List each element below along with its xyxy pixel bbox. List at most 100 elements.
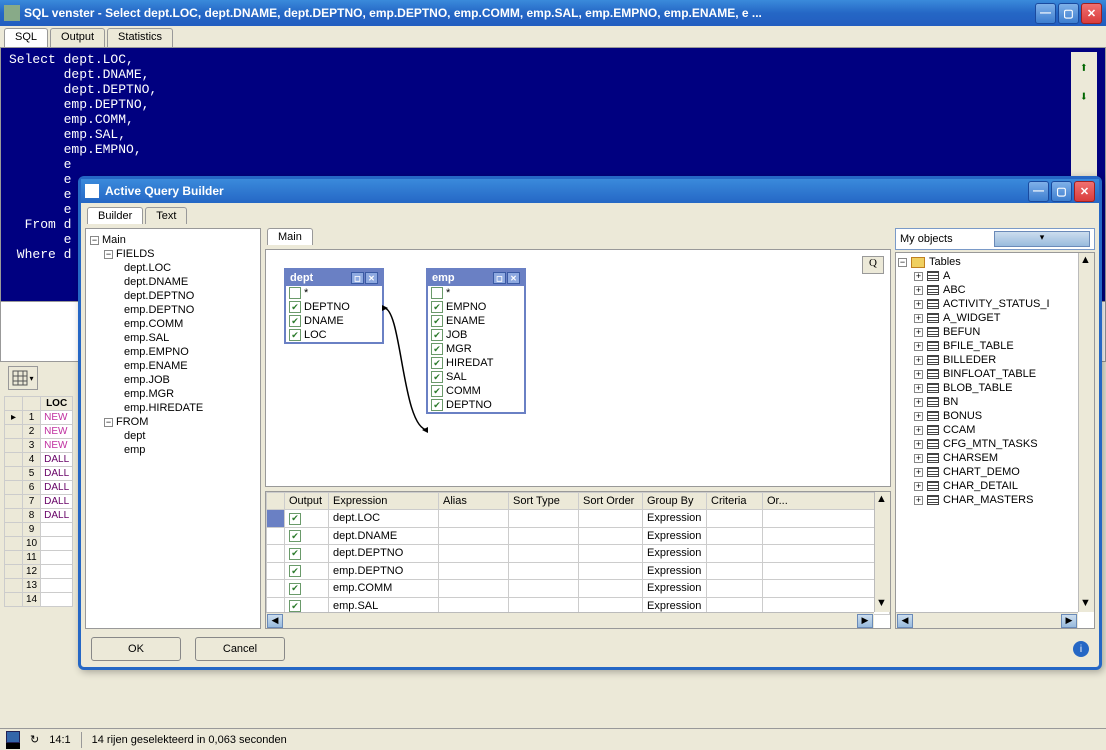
minimize-button[interactable]: — (1035, 3, 1056, 24)
scroll-up-icon[interactable]: ⬆ (1080, 60, 1088, 77)
dept-col-label[interactable]: LOC (304, 329, 327, 341)
expr-sorttype[interactable] (509, 527, 579, 545)
emp-col-checkbox[interactable]: ✔ (431, 329, 443, 341)
object-table-item[interactable]: +A_WIDGET (898, 311, 1092, 325)
object-table-item[interactable]: +BEFUN (898, 325, 1092, 339)
expr-criteria[interactable] (707, 545, 763, 563)
tree-root[interactable]: −Main (90, 233, 256, 247)
emp-col-label[interactable]: JOB (446, 329, 467, 341)
expr-row-selector[interactable] (267, 562, 285, 580)
emp-col-label[interactable]: SAL (446, 371, 467, 383)
expr-or[interactable] (763, 510, 890, 528)
row-selector[interactable] (5, 537, 23, 551)
object-table-item[interactable]: +CHARSEM (898, 451, 1092, 465)
expr-groupby[interactable]: Expression (643, 562, 707, 580)
modal-titlebar[interactable]: Active Query Builder — ▢ ✕ (81, 179, 1099, 203)
expr-row-selector[interactable] (267, 580, 285, 598)
dept-close-icon[interactable]: ✕ (365, 272, 378, 284)
expr-output-checkbox[interactable]: ✔ (285, 527, 329, 545)
expr-sortorder[interactable] (579, 545, 643, 563)
emp-col-label[interactable]: HIREDAT (446, 357, 493, 369)
object-table-item[interactable]: +CHAR_MASTERS (898, 493, 1092, 507)
dept-col-checkbox[interactable]: ✔ (289, 315, 301, 327)
expr-or[interactable] (763, 545, 890, 563)
cell-loc[interactable]: NEW (41, 439, 73, 453)
query-canvas[interactable]: Q dept ◻ ✕ * ✔DEPTNO✔DNAME✔LOC emp ◻ (265, 249, 891, 487)
expr-criteria[interactable] (707, 510, 763, 528)
emp-col-label[interactable]: EMPNO (446, 301, 486, 313)
object-table-item[interactable]: +CFG_MTN_TASKS (898, 437, 1092, 451)
emp-col-checkbox[interactable]: ✔ (431, 399, 443, 411)
expr-expression[interactable]: dept.DEPTNO (329, 545, 439, 563)
cancel-button[interactable]: Cancel (195, 637, 285, 661)
dept-col-checkbox[interactable]: ✔ (289, 329, 301, 341)
emp-restore-icon[interactable]: ◻ (493, 272, 506, 284)
cell-loc[interactable] (41, 579, 73, 593)
emp-col-checkbox[interactable]: ✔ (431, 343, 443, 355)
expr-output-checkbox[interactable]: ✔ (285, 545, 329, 563)
objects-hscroll[interactable]: ◀▶ (896, 612, 1078, 628)
expr-groupby[interactable]: Expression (643, 580, 707, 598)
cell-loc[interactable]: DALL (41, 467, 73, 481)
row-selector[interactable] (5, 439, 23, 453)
tree-fields-group[interactable]: −FIELDS (90, 247, 256, 261)
expr-row-selector[interactable] (267, 527, 285, 545)
modal-close-button[interactable]: ✕ (1074, 181, 1095, 202)
col-criteria[interactable]: Criteria (707, 493, 763, 510)
expr-alias[interactable] (439, 510, 509, 528)
objects-tree[interactable]: − Tables +A+ABC+ACTIVITY_STATUS_I+A_WIDG… (895, 252, 1095, 629)
col-expression[interactable]: Expression (329, 493, 439, 510)
row-selector[interactable] (5, 593, 23, 607)
expr-alias[interactable] (439, 545, 509, 563)
tree-field-item[interactable]: dept.DEPTNO (90, 289, 256, 303)
row-selector[interactable] (5, 495, 23, 509)
expr-or[interactable] (763, 562, 890, 580)
row-selector[interactable] (5, 509, 23, 523)
expr-criteria[interactable] (707, 580, 763, 598)
expr-expression[interactable]: dept.DNAME (329, 527, 439, 545)
objects-combo[interactable]: My objects ▾ (895, 228, 1095, 250)
tree-field-item[interactable]: emp.COMM (90, 317, 256, 331)
expr-sortorder[interactable] (579, 562, 643, 580)
cell-loc[interactable]: DALL (41, 481, 73, 495)
cell-loc[interactable]: NEW (41, 411, 73, 425)
canvas-table-emp[interactable]: emp ◻ ✕ * ✔EMPNO✔ENAME✔JOB✔MGR✔HIREDAT✔S… (426, 268, 526, 414)
row-selector[interactable] (5, 467, 23, 481)
expr-expression[interactable]: emp.COMM (329, 580, 439, 598)
row-selector[interactable] (5, 523, 23, 537)
expr-alias[interactable] (439, 562, 509, 580)
cell-loc[interactable]: DALL (41, 495, 73, 509)
emp-col-checkbox[interactable]: ✔ (431, 315, 443, 327)
expr-sorttype[interactable] (509, 580, 579, 598)
cell-loc[interactable]: DALL (41, 509, 73, 523)
col-sortorder[interactable]: Sort Order (579, 493, 643, 510)
close-button[interactable]: ✕ (1081, 3, 1102, 24)
dept-star-checkbox[interactable] (289, 287, 301, 299)
canvas-tab-main[interactable]: Main (267, 228, 313, 245)
scroll-down-icon[interactable]: ⬇ (1080, 89, 1088, 106)
tree-field-item[interactable]: emp.JOB (90, 373, 256, 387)
expr-groupby[interactable]: Expression (643, 510, 707, 528)
refresh-icon[interactable]: ↻ (30, 733, 39, 746)
row-selector[interactable] (5, 579, 23, 593)
expr-sortorder[interactable] (579, 580, 643, 598)
tree-field-item[interactable]: emp.HIREDATE (90, 401, 256, 415)
row-selector[interactable] (5, 425, 23, 439)
expression-grid[interactable]: Output Expression Alias Sort Type Sort O… (265, 491, 891, 629)
tree-field-item[interactable]: emp.MGR (90, 387, 256, 401)
object-table-item[interactable]: +BLOB_TABLE (898, 381, 1092, 395)
modal-maximize-button[interactable]: ▢ (1051, 181, 1072, 202)
tab-builder[interactable]: Builder (87, 207, 143, 224)
expr-sortorder[interactable] (579, 527, 643, 545)
fields-tree[interactable]: −Main −FIELDS dept.LOCdept.DNAMEdept.DEP… (85, 228, 261, 629)
object-table-item[interactable]: +BINFLOAT_TABLE (898, 367, 1092, 381)
expr-or[interactable] (763, 527, 890, 545)
tables-root[interactable]: − Tables (898, 255, 1092, 269)
maximize-button[interactable]: ▢ (1058, 3, 1079, 24)
emp-col-checkbox[interactable]: ✔ (431, 301, 443, 313)
tree-field-item[interactable]: dept.LOC (90, 261, 256, 275)
tab-text[interactable]: Text (145, 207, 187, 224)
col-or[interactable]: Or... (763, 493, 890, 510)
expr-output-checkbox[interactable]: ✔ (285, 510, 329, 528)
expr-groupby[interactable]: Expression (643, 527, 707, 545)
